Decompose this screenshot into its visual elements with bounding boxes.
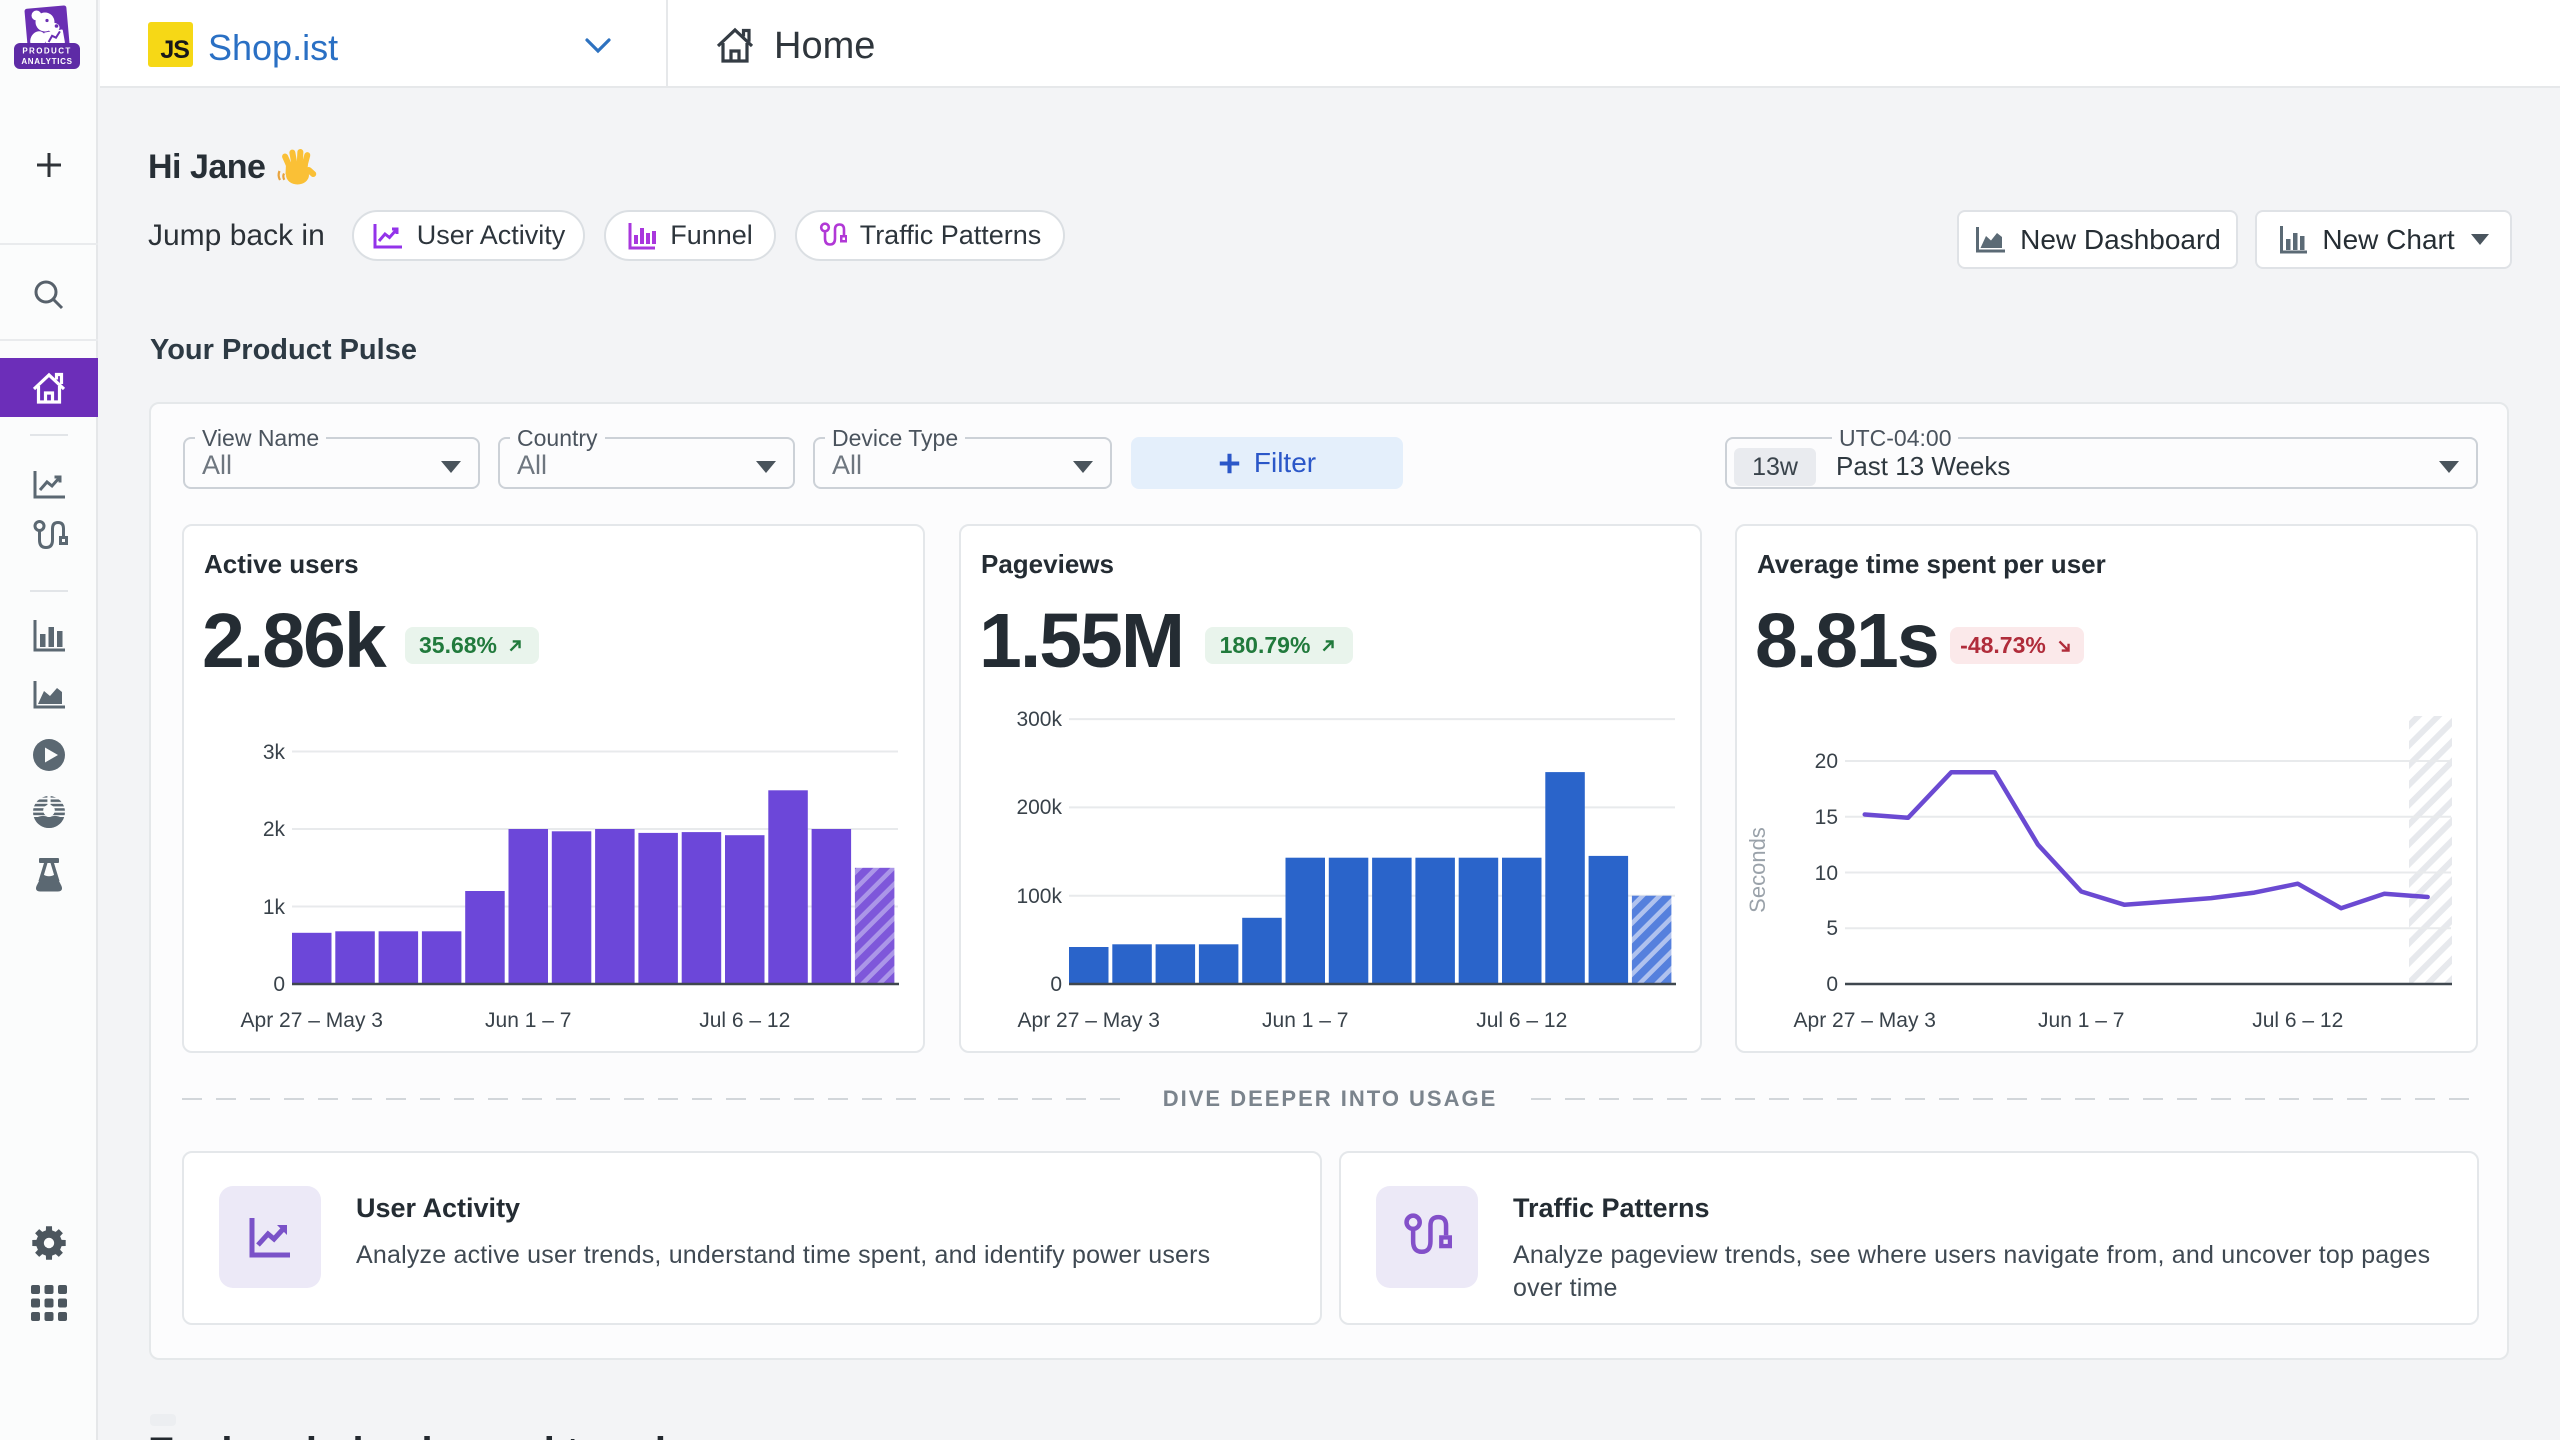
svg-text:Jul 6 – 12: Jul 6 – 12 — [2252, 1009, 2343, 1032]
svg-text:200k: 200k — [1016, 796, 1062, 819]
svg-text:Apr 27 – May 3: Apr 27 – May 3 — [1018, 1009, 1160, 1032]
svg-text:3k: 3k — [263, 741, 286, 764]
svg-text:Jun 1 – 7: Jun 1 – 7 — [2038, 1009, 2124, 1032]
svg-text:Jul 6 – 12: Jul 6 – 12 — [1476, 1009, 1567, 1032]
svg-text:10: 10 — [1815, 862, 1838, 885]
svg-text:100k: 100k — [1016, 885, 1062, 908]
svg-text:Jul 6 – 12: Jul 6 – 12 — [699, 1009, 790, 1032]
svg-text:0: 0 — [1826, 973, 1838, 996]
svg-text:1k: 1k — [263, 896, 286, 919]
svg-text:ANALYTICS: ANALYTICS — [21, 57, 72, 66]
svg-text:0: 0 — [1050, 973, 1062, 996]
svg-text:PRODUCT: PRODUCT — [22, 47, 71, 56]
svg-text:Apr 27 – May 3: Apr 27 – May 3 — [241, 1009, 383, 1032]
svg-text:5: 5 — [1826, 917, 1838, 940]
svg-text:0: 0 — [273, 973, 285, 996]
svg-text:20: 20 — [1815, 750, 1838, 773]
svg-text:Jun 1 – 7: Jun 1 – 7 — [1262, 1009, 1348, 1032]
svg-text:2k: 2k — [263, 818, 286, 841]
svg-text:15: 15 — [1815, 806, 1838, 829]
svg-text:Apr 27 – May 3: Apr 27 – May 3 — [1794, 1009, 1936, 1032]
svg-text:300k: 300k — [1016, 708, 1062, 731]
svg-text:Seconds: Seconds — [1745, 827, 1770, 913]
svg-text:Jun 1 – 7: Jun 1 – 7 — [485, 1009, 571, 1032]
